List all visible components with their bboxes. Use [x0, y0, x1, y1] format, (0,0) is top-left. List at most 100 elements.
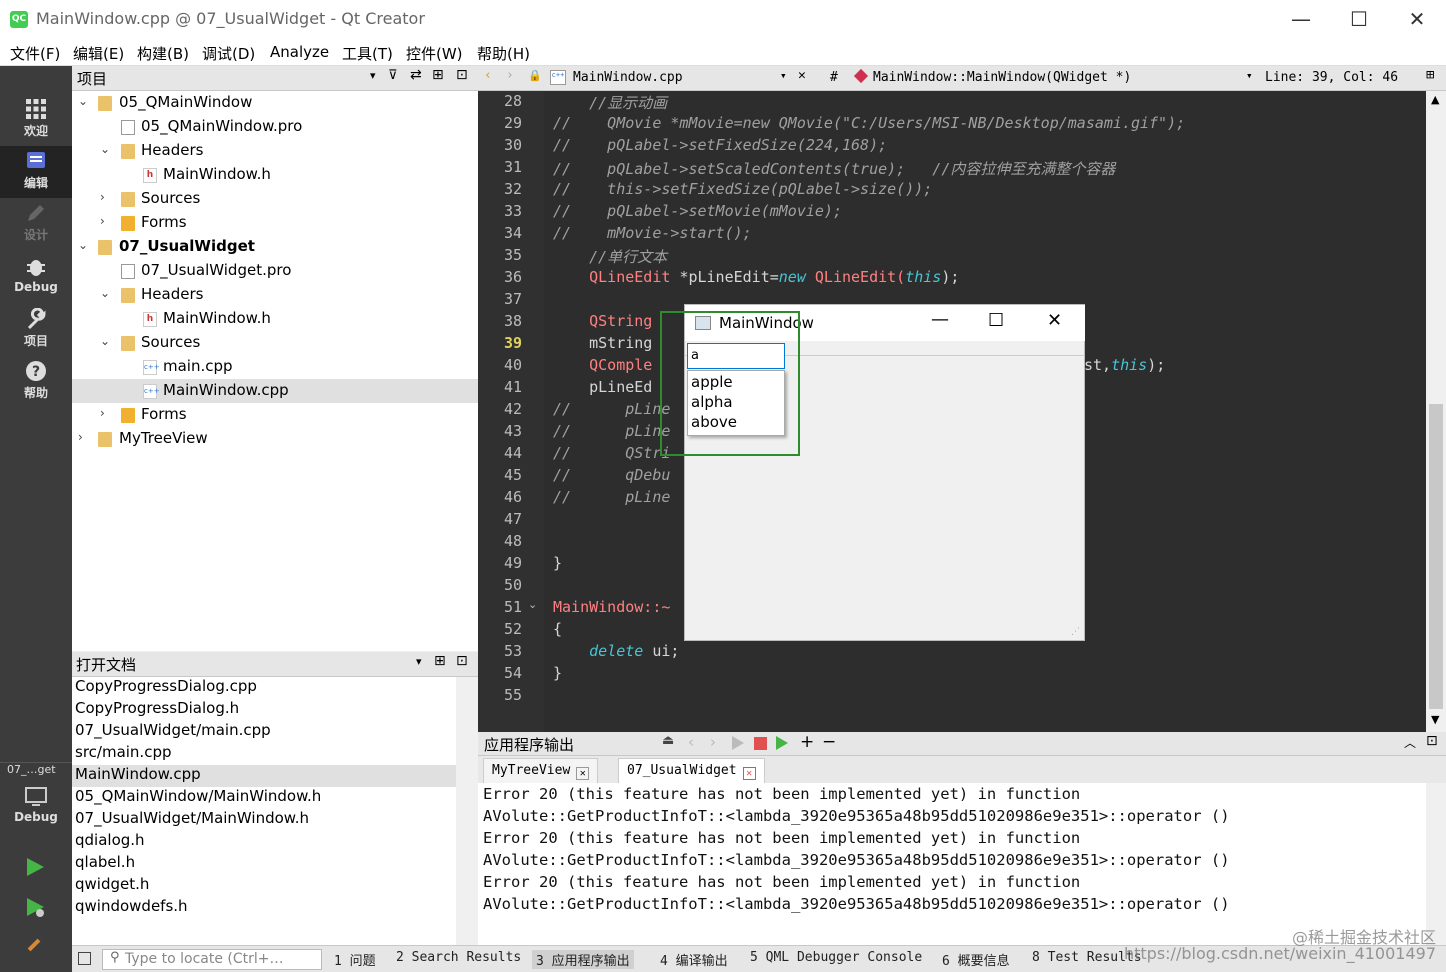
- menu-tools[interactable]: 工具(T): [342, 43, 393, 64]
- expanded-chevron-icon[interactable]: ⌄: [78, 94, 90, 108]
- tree-item[interactable]: c++ main.cpp: [72, 355, 478, 379]
- open-doc-item[interactable]: qwidget.h: [72, 875, 456, 897]
- mode-projects[interactable]: 项目: [0, 304, 72, 356]
- mode-edit[interactable]: 编辑: [0, 146, 72, 198]
- mode-debug[interactable]: Debug: [0, 252, 72, 304]
- tree-item[interactable]: h MainWindow.h: [72, 307, 478, 331]
- output-tab[interactable]: MyTreeView ✕: [483, 758, 599, 783]
- split-icon[interactable]: ⊞: [1426, 67, 1434, 83]
- status-tab-search[interactable]: 2 Search Results: [396, 950, 521, 965]
- tree-item[interactable]: ⌄ Sources: [72, 331, 478, 355]
- open-doc-item[interactable]: 07_UsualWidget/main.cpp: [72, 721, 456, 743]
- close-pane-icon[interactable]: ⊡: [1426, 733, 1438, 749]
- status-tab-issues[interactable]: 1 问题: [334, 950, 376, 969]
- mode-welcome[interactable]: 欢迎: [0, 94, 72, 146]
- status-tab-app-output[interactable]: 3 应用程序输出: [532, 950, 634, 969]
- sidebar-toggle-icon[interactable]: [78, 952, 91, 965]
- expanded-chevron-icon[interactable]: ⌄: [100, 286, 112, 300]
- tree-item[interactable]: ⌄ 07_UsualWidget: [72, 235, 478, 259]
- scroll-thumb[interactable]: [1429, 404, 1443, 709]
- debug-run-icon[interactable]: [24, 896, 46, 918]
- build-hammer-icon[interactable]: [24, 932, 46, 954]
- menu-analyze[interactable]: Analyze: [270, 43, 329, 61]
- split-icon[interactable]: ⊞: [434, 653, 446, 669]
- fold-marker-icon[interactable]: ⌄: [528, 598, 537, 611]
- open-doc-item[interactable]: CopyProgressDialog.h: [72, 699, 456, 721]
- maximize-pane-icon[interactable]: ︿: [1404, 734, 1416, 751]
- demo-minimize-button[interactable]: —: [931, 309, 949, 330]
- menu-file[interactable]: 文件(F): [10, 43, 60, 64]
- kit-selector[interactable]: Debug: [0, 782, 72, 836]
- demo-maximize-button[interactable]: ☐: [988, 310, 1004, 331]
- resize-grip-icon[interactable]: ⋰: [1071, 627, 1080, 637]
- scroll-down-icon[interactable]: ▼: [1431, 713, 1439, 726]
- open-doc-item-selected[interactable]: MainWindow.cpp: [72, 765, 456, 787]
- collapsed-chevron-icon[interactable]: ›: [100, 190, 112, 204]
- expanded-chevron-icon[interactable]: ⌄: [78, 238, 90, 252]
- symbol-selector[interactable]: MainWindow::MainWindow(QWidget *): [873, 70, 1131, 85]
- close-tab-icon[interactable]: ✕: [576, 767, 590, 780]
- debug-run-icon[interactable]: [776, 736, 788, 750]
- docs-scrollbar[interactable]: [456, 677, 478, 945]
- current-file-name[interactable]: MainWindow.cpp: [573, 70, 683, 85]
- mode-help[interactable]: ? 帮助: [0, 356, 72, 408]
- expanded-chevron-icon[interactable]: ⌄: [100, 142, 112, 156]
- maximize-button[interactable]: ☐: [1330, 0, 1388, 40]
- scroll-up-icon[interactable]: ▲: [1431, 93, 1439, 106]
- tree-item[interactable]: › Forms: [72, 403, 478, 427]
- open-doc-item[interactable]: qwindowdefs.h: [72, 897, 456, 919]
- demo-close-button[interactable]: ✕: [1047, 310, 1062, 331]
- attach-icon[interactable]: ⏏: [662, 733, 674, 748]
- pane-dropdown-icon[interactable]: ▾: [416, 655, 422, 668]
- tree-item[interactable]: › MyTreeView: [72, 427, 478, 451]
- remove-icon[interactable]: −: [822, 732, 836, 752]
- filter-icon[interactable]: ⊽: [388, 68, 398, 83]
- link-icon[interactable]: ⇄: [410, 67, 422, 83]
- prev-icon[interactable]: ‹: [688, 733, 694, 751]
- application-output[interactable]: Error 20 (this feature has not been impl…: [478, 783, 1446, 945]
- tree-item[interactable]: 05_QMainWindow.pro: [72, 115, 478, 139]
- expanded-chevron-icon[interactable]: ⌄: [100, 334, 112, 348]
- open-doc-item[interactable]: qdialog.h: [72, 831, 456, 853]
- open-doc-item[interactable]: 07_UsualWidget/MainWindow.h: [72, 809, 456, 831]
- open-doc-item[interactable]: 05_QMainWindow/MainWindow.h: [72, 787, 456, 809]
- open-doc-item[interactable]: src/main.cpp: [72, 743, 456, 765]
- tree-item-selected[interactable]: c++ MainWindow.cpp: [72, 379, 478, 403]
- output-tab-active[interactable]: 07_UsualWidget ✕: [618, 758, 765, 783]
- editor-scrollbar[interactable]: ▲ ▼: [1426, 91, 1446, 732]
- mode-design[interactable]: 设计: [0, 198, 72, 250]
- next-icon[interactable]: ›: [710, 733, 716, 751]
- file-dropdown-icon[interactable]: ▾: [780, 69, 787, 82]
- stop-icon[interactable]: [754, 737, 767, 750]
- collapsed-chevron-icon[interactable]: ›: [100, 406, 112, 420]
- tree-item[interactable]: h MainWindow.h: [72, 163, 478, 187]
- rerun-icon[interactable]: [732, 736, 744, 750]
- close-tab-icon[interactable]: ✕: [742, 767, 756, 780]
- split-icon[interactable]: ⊞: [432, 67, 444, 83]
- status-tab-compile[interactable]: 4 编译输出: [660, 950, 728, 969]
- tree-item[interactable]: ⌄ Headers: [72, 283, 478, 307]
- add-icon[interactable]: +: [800, 732, 814, 752]
- menu-edit[interactable]: 编辑(E): [73, 43, 124, 64]
- tree-item[interactable]: › Forms: [72, 211, 478, 235]
- tree-item[interactable]: 07_UsualWidget.pro: [72, 259, 478, 283]
- minimize-button[interactable]: —: [1272, 0, 1330, 40]
- menu-debug[interactable]: 调试(D): [202, 43, 255, 64]
- menu-build[interactable]: 构建(B): [137, 43, 189, 64]
- status-tab-qml[interactable]: 5 QML Debugger Console: [750, 950, 922, 965]
- close-button[interactable]: ✕: [1388, 0, 1446, 40]
- back-arrow-icon[interactable]: ‹: [484, 68, 492, 83]
- locator-input[interactable]: Type to locate (Ctrl+…: [102, 949, 322, 970]
- open-doc-item[interactable]: qlabel.h: [72, 853, 456, 875]
- close-pane-icon[interactable]: ⊡: [456, 653, 468, 669]
- collapsed-chevron-icon[interactable]: ›: [100, 214, 112, 228]
- forward-arrow-icon[interactable]: ›: [506, 68, 514, 83]
- cursor-position[interactable]: Line: 39, Col: 46: [1265, 70, 1398, 85]
- symbol-dropdown-icon[interactable]: ▾: [1246, 69, 1253, 82]
- collapsed-chevron-icon[interactable]: ›: [78, 430, 90, 444]
- menu-help[interactable]: 帮助(H): [477, 43, 530, 64]
- close-pane-icon[interactable]: ⊡: [456, 67, 468, 83]
- tree-item[interactable]: ⌄ Headers: [72, 139, 478, 163]
- tree-item[interactable]: ⌄ 05_QMainWindow: [72, 91, 478, 115]
- status-tab-general[interactable]: 6 概要信息: [942, 950, 1010, 969]
